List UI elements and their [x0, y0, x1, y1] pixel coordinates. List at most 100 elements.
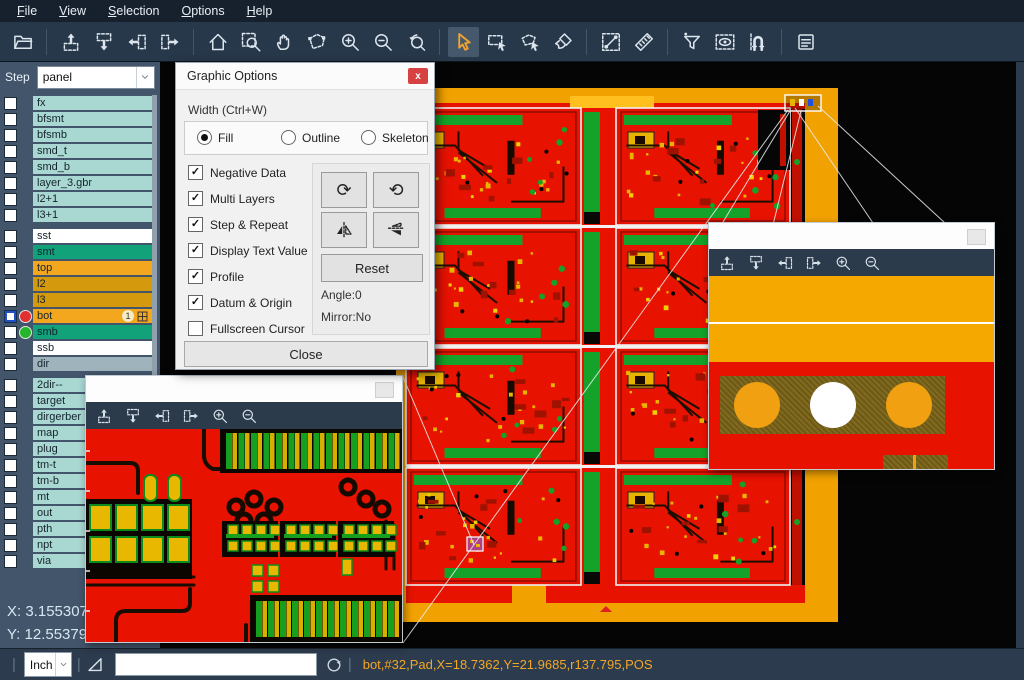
rotate-cw-button[interactable]: ⟳ — [321, 172, 367, 208]
layer-checkbox[interactable] — [4, 209, 17, 222]
open-folder-button[interactable] — [7, 27, 38, 57]
layer-checkbox[interactable] — [4, 443, 17, 456]
move-up-button[interactable] — [96, 408, 112, 424]
layer-name[interactable]: top — [33, 261, 152, 275]
close-icon[interactable]: x — [408, 68, 428, 84]
layer-checkbox[interactable] — [4, 145, 17, 158]
layer-name[interactable]: sst — [33, 229, 152, 243]
home-button[interactable] — [202, 27, 233, 57]
radio-skeleton[interactable]: Skeleton — [361, 130, 429, 145]
move-right-button[interactable] — [154, 27, 185, 57]
ruler-button[interactable] — [628, 27, 659, 57]
zoom-out-button[interactable] — [367, 27, 398, 57]
layer-checkbox[interactable] — [4, 507, 17, 520]
layer-checkbox[interactable] — [4, 262, 17, 275]
layer-name[interactable]: ssb — [33, 341, 152, 355]
layer-checkbox[interactable] — [4, 379, 17, 392]
layer-name[interactable]: bfsmb — [33, 128, 152, 142]
layer-checkbox[interactable] — [4, 310, 17, 323]
select-cursor-button[interactable] — [448, 27, 479, 57]
radio-outline[interactable]: Outline — [281, 130, 340, 145]
menu-item-view[interactable]: View — [50, 2, 95, 20]
preview-content-pcb-zoom[interactable] — [86, 429, 402, 642]
layer-checkbox[interactable] — [4, 395, 17, 408]
move-up-button[interactable] — [719, 255, 735, 271]
layer-checkbox[interactable] — [4, 326, 17, 339]
layer-checkbox[interactable] — [4, 230, 17, 243]
unit-select[interactable]: Inch — [24, 652, 72, 677]
measure-distance-button[interactable] — [595, 27, 626, 57]
layer-name[interactable]: fx — [33, 96, 152, 110]
checkbox-fullscreen-cursor[interactable]: Fullscreen Cursor — [188, 321, 305, 336]
checkbox-negative-data[interactable]: ✓Negative Data — [188, 165, 286, 180]
window-button-icon[interactable] — [375, 382, 394, 398]
layer-checkbox[interactable] — [4, 555, 17, 568]
layer-name[interactable]: layer_3.gbr — [33, 176, 152, 190]
layer-name[interactable]: l2 — [33, 277, 152, 291]
layer-checkbox[interactable] — [4, 427, 17, 440]
layer-checkbox[interactable] — [4, 342, 17, 355]
layer-checkbox[interactable] — [4, 294, 17, 307]
layer-name[interactable]: bot1 — [33, 309, 152, 323]
zoom-out-button[interactable] — [864, 255, 880, 271]
close-button[interactable]: Close — [184, 341, 428, 367]
mirror-vertical-button[interactable] — [321, 212, 367, 248]
checkbox-display-text-value[interactable]: ✓Display Text Value — [188, 243, 308, 258]
clean-brush-button[interactable] — [547, 27, 578, 57]
command-input[interactable] — [115, 653, 317, 676]
checkbox-step-repeat[interactable]: ✓Step & Repeat — [188, 217, 288, 232]
reset-button[interactable]: Reset — [321, 254, 423, 282]
move-left-button[interactable] — [777, 255, 793, 271]
preview-eye-button[interactable] — [709, 27, 740, 57]
layer-checkbox[interactable] — [4, 177, 17, 190]
preview-content-pad-zoom[interactable] — [709, 276, 994, 469]
angle-corner-icon[interactable] — [86, 655, 105, 674]
radio-fill[interactable]: Fill — [197, 130, 233, 145]
layer-checkbox[interactable] — [4, 129, 17, 142]
layer-checkbox[interactable] — [4, 459, 17, 472]
layer-checkbox[interactable] — [4, 523, 17, 536]
layer-name[interactable]: dir — [33, 357, 152, 371]
move-left-button[interactable] — [121, 27, 152, 57]
log-panel-button[interactable] — [790, 27, 821, 57]
menu-item-selection[interactable]: Selection — [99, 2, 168, 20]
zoom-out-button[interactable] — [241, 408, 257, 424]
layer-checkbox[interactable] — [4, 358, 17, 371]
layer-checkbox[interactable] — [4, 97, 17, 110]
zoom-in-button[interactable] — [835, 255, 851, 271]
move-down-button[interactable] — [748, 255, 764, 271]
zoom-window-button[interactable] — [235, 27, 266, 57]
layer-name[interactable]: smd_b — [33, 160, 152, 174]
layer-checkbox[interactable] — [4, 161, 17, 174]
layer-name[interactable]: l2+1 — [33, 192, 152, 206]
layer-checkbox[interactable] — [4, 411, 17, 424]
checkbox-datum-origin[interactable]: ✓Datum & Origin — [188, 295, 292, 310]
layer-checkbox[interactable] — [4, 475, 17, 488]
select-polygon-button[interactable] — [514, 27, 545, 57]
move-up-button[interactable] — [55, 27, 86, 57]
move-down-button[interactable] — [125, 408, 141, 424]
layer-name[interactable]: l3 — [33, 293, 152, 307]
zoom-polygon-button[interactable] — [301, 27, 332, 57]
filter-button[interactable] — [676, 27, 707, 57]
select-rect-button[interactable] — [481, 27, 512, 57]
snap-magnet-button[interactable] — [742, 27, 773, 57]
rotate-ccw-button[interactable]: ⟲ — [373, 172, 419, 208]
menu-item-file[interactable]: File — [8, 2, 46, 20]
menu-item-help[interactable]: Help — [238, 2, 282, 20]
move-left-button[interactable] — [154, 408, 170, 424]
zoom-in-button[interactable] — [212, 408, 228, 424]
layer-name[interactable]: bfsmt — [33, 112, 152, 126]
layer-checkbox[interactable] — [4, 491, 17, 504]
move-right-button[interactable] — [183, 408, 199, 424]
layer-checkbox[interactable] — [4, 113, 17, 126]
dialog-titlebar[interactable]: Graphic Options x — [176, 63, 434, 90]
window-button-icon[interactable] — [967, 229, 986, 245]
layer-name[interactable]: smt — [33, 245, 152, 259]
move-right-button[interactable] — [806, 255, 822, 271]
zoom-previous-button[interactable] — [400, 27, 431, 57]
checkbox-multi-layers[interactable]: ✓Multi Layers — [188, 191, 275, 206]
layer-checkbox[interactable] — [4, 246, 17, 259]
layer-name[interactable]: l3+1 — [33, 208, 152, 222]
layer-checkbox[interactable] — [4, 278, 17, 291]
